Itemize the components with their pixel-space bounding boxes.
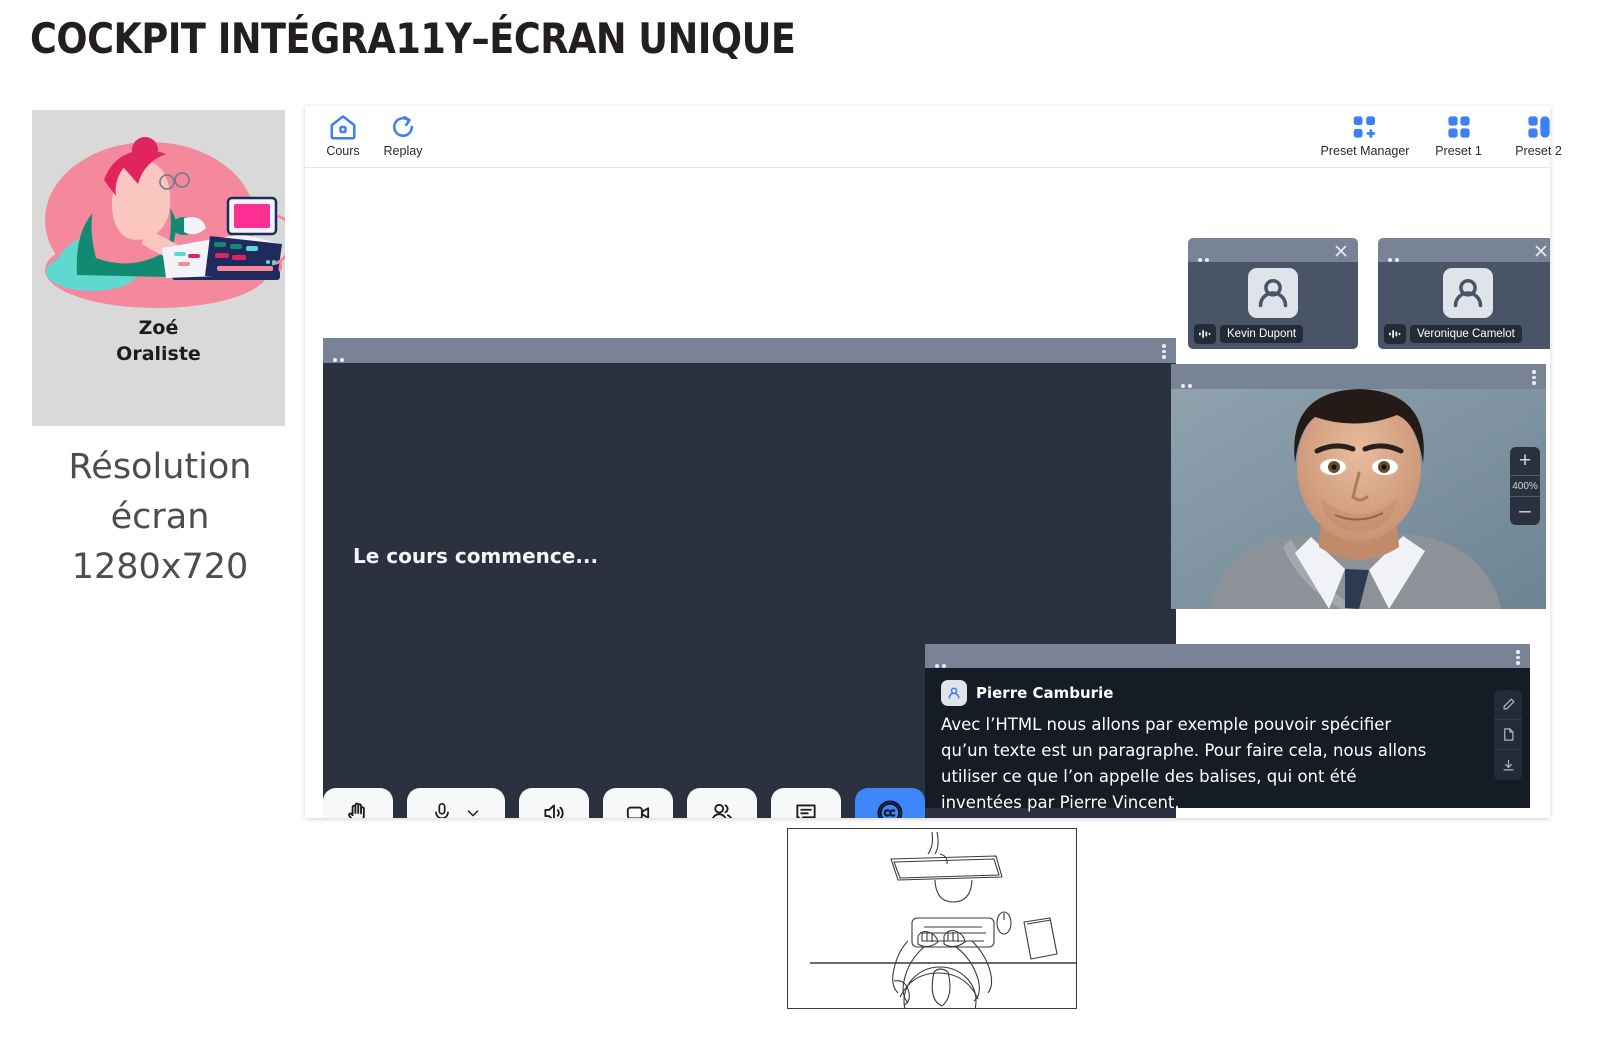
webcam-zoom-control[interactable]: + 400% – — [1510, 447, 1540, 525]
persona-role: Oraliste — [116, 343, 201, 365]
caption-speaker-name: Pierre Camburie — [976, 684, 1114, 702]
drag-grip-icon[interactable] — [1181, 375, 1195, 388]
captions-window: Pierre Camburie Avec l’HTML nous allons … — [925, 644, 1530, 812]
drag-grip-icon[interactable] — [1198, 249, 1212, 262]
zoom-level-value: 400% — [1510, 475, 1540, 497]
webcam-window: + 400% – — [1171, 364, 1546, 609]
webcam-window-menu-icon[interactable] — [1532, 370, 1536, 385]
download-icon[interactable] — [1494, 750, 1522, 780]
top-down-desk-workstation-illustration — [787, 828, 1077, 1036]
webcam-button[interactable] — [603, 788, 673, 818]
cockpit-app-window: Cours Replay Preset Manager Preset 1 Pre… — [305, 106, 1562, 818]
preset-manager-icon — [1305, 112, 1425, 142]
pencil-edit-icon[interactable] — [1494, 690, 1522, 720]
toolbar-button-preset-manager[interactable]: Preset Manager — [1305, 112, 1425, 158]
participant-tile-body: Kevin Dupont — [1188, 262, 1358, 349]
mic-level-icon[interactable] — [1384, 324, 1406, 344]
participant-tile-body: Veronique Camelot — [1378, 262, 1550, 349]
zoom-in-button[interactable]: + — [1510, 447, 1540, 475]
participant-tile-footer: Veronique Camelot — [1384, 324, 1522, 344]
sound-button[interactable] — [519, 788, 589, 818]
participant-name: Kevin Dupont — [1220, 325, 1304, 343]
raise-hand-icon — [345, 800, 371, 818]
meeting-control-dock: Parole — [323, 788, 963, 818]
woman-stenographer-illustration — [45, 137, 285, 308]
microphone-icon — [430, 801, 454, 818]
zoom-out-button[interactable]: – — [1510, 497, 1540, 525]
cockpit-stage: Le cours commence... Le cours commence..… — [305, 168, 1550, 818]
chevron-down-icon[interactable] — [464, 804, 482, 819]
close-icon[interactable] — [1332, 242, 1350, 260]
captions-window-menu-icon[interactable] — [1516, 650, 1520, 665]
dock-item-micro: Micro — [407, 788, 505, 818]
slide-caption-text: Le cours commence... — [353, 544, 599, 568]
participants-icon — [709, 800, 735, 818]
speaker-volume-icon — [541, 800, 567, 818]
dock-item-chat: Chat — [771, 788, 841, 818]
raise-hand-button[interactable] — [323, 788, 393, 818]
dock-item-participants: Participants — [687, 788, 757, 818]
screen-resolution-label: Résolution écran 1280x720 — [20, 442, 300, 592]
resolution-line-3: 1280x720 — [71, 547, 249, 587]
toolbar-button-preset-2[interactable]: Preset 2 — [1491, 112, 1586, 158]
captions-body: Pierre Camburie Avec l’HTML nous allons … — [925, 668, 1530, 812]
participant-tile-titlebar[interactable] — [1188, 238, 1358, 262]
slide-window: Le cours commence... — [323, 338, 1176, 600]
app-toolbar: Cours Replay Preset Manager Preset 1 Pre… — [305, 106, 1562, 168]
dock-item-webcam: Webcam — [603, 788, 673, 818]
chat-button[interactable] — [771, 788, 841, 818]
dock-item-son: Son — [519, 788, 589, 818]
toolbar-label-preset-2: Preset 2 — [1515, 144, 1562, 158]
resolution-line-2: écran — [110, 497, 210, 537]
slide-window-titlebar[interactable] — [323, 338, 1176, 363]
document-icon[interactable] — [1494, 720, 1522, 750]
persona-name: Zoé — [138, 317, 179, 339]
preset-columns-icon — [1491, 112, 1586, 142]
participants-button[interactable] — [687, 788, 757, 818]
video-camera-icon — [625, 800, 651, 818]
resolution-line-1: Résolution — [68, 447, 252, 487]
speaker-video-feed: + 400% – — [1171, 389, 1546, 609]
toolbar-label-replay: Replay — [383, 144, 423, 158]
dock-item-sous-titres: Sous-titres — [855, 788, 925, 818]
persona-card: Zoé Oraliste — [32, 110, 285, 426]
captions-button[interactable] — [855, 788, 925, 818]
mic-level-icon[interactable] — [1194, 324, 1216, 344]
dock-item-parole: Parole — [323, 788, 393, 818]
participant-tile-kevin-dupont[interactable]: Kevin Dupont — [1188, 238, 1358, 349]
webcam-window-titlebar[interactable] — [1171, 364, 1546, 389]
microphone-button[interactable] — [407, 788, 505, 818]
close-icon[interactable] — [1532, 242, 1550, 260]
participant-tile-titlebar[interactable] — [1378, 238, 1550, 262]
page-title: COCKPIT INTÉGRA11Y–ÉCRAN UNIQUE — [30, 14, 796, 63]
chat-bubble-icon — [793, 800, 819, 818]
captions-window-titlebar[interactable] — [925, 644, 1530, 668]
person-avatar-icon — [1443, 268, 1493, 318]
caption-transcript-text: Avec l’HTML nous allons par exemple pouv… — [941, 715, 1427, 812]
participant-tile-veronique-camelot[interactable]: Veronique Camelot — [1378, 238, 1550, 349]
toolbar-button-replay[interactable]: Replay — [365, 112, 441, 158]
drag-grip-icon[interactable] — [1388, 249, 1402, 262]
caption-tools-strip — [1494, 690, 1522, 780]
participant-tile-footer: Kevin Dupont — [1194, 324, 1304, 344]
closed-captions-icon — [875, 798, 905, 818]
caption-speaker-row: Pierre Camburie — [941, 680, 1440, 706]
person-avatar-icon — [941, 680, 967, 706]
toolbar-label-preset-manager: Preset Manager — [1320, 144, 1410, 158]
participant-name: Veronique Camelot — [1410, 325, 1522, 343]
person-avatar-icon — [1248, 268, 1298, 318]
drag-grip-icon[interactable] — [935, 655, 949, 668]
slide-content: Le cours commence... — [323, 363, 1176, 600]
slide-window-menu-icon[interactable] — [1162, 344, 1166, 359]
drag-grip-icon[interactable] — [333, 349, 347, 362]
replay-icon — [365, 112, 441, 142]
